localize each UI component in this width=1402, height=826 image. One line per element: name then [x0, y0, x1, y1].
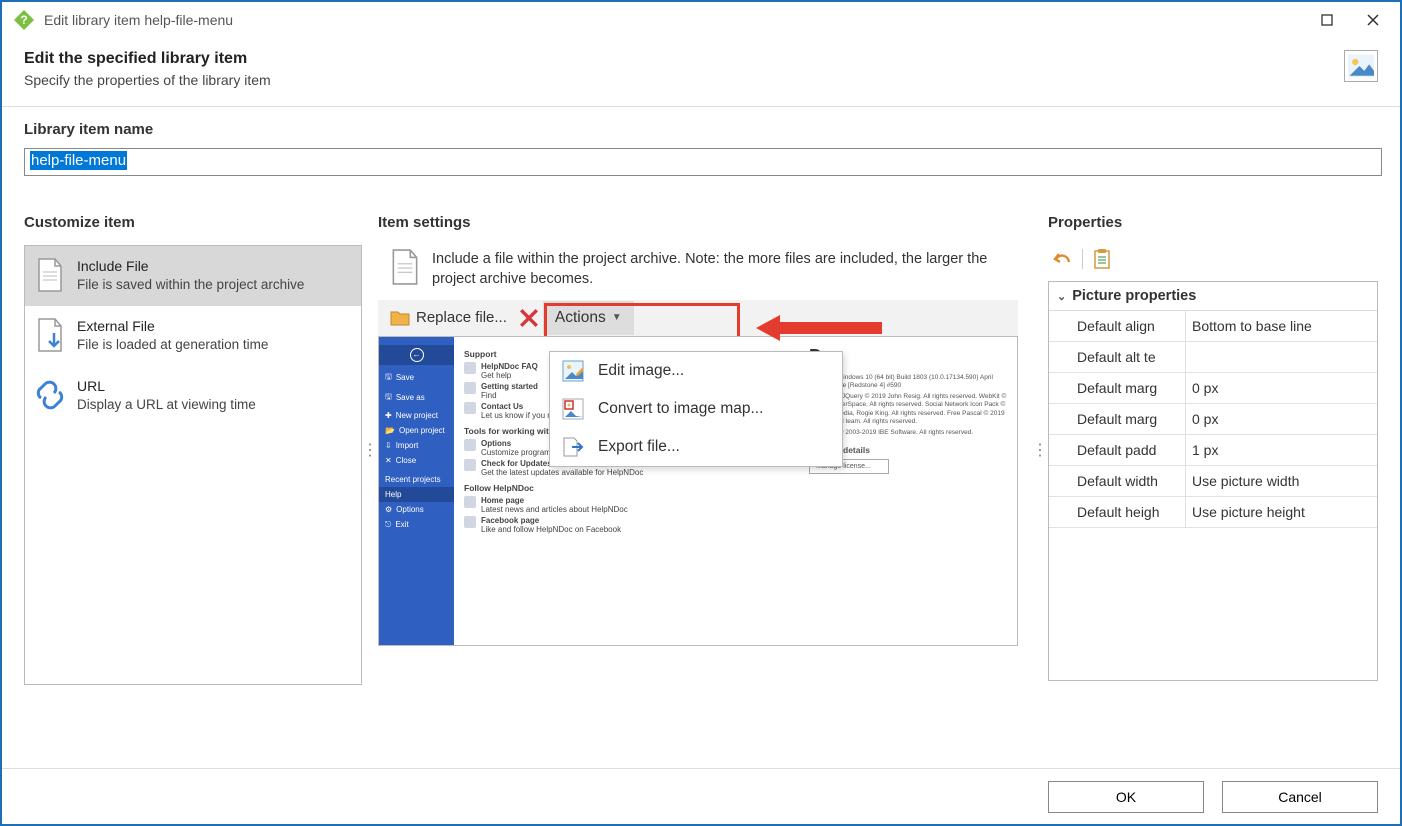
customize-item-label: URL: [77, 378, 256, 394]
picture-icon: [1344, 50, 1378, 82]
file-icon: [390, 249, 420, 285]
settings-toolbar: Replace file... Actions ▼: [378, 300, 1018, 336]
delete-x-icon: [519, 308, 539, 328]
customize-item-list: Include File File is saved within the pr…: [24, 245, 362, 685]
folder-icon: [390, 308, 410, 328]
app-icon: ?: [12, 8, 36, 32]
dialog-header: Edit the specified library item Specify …: [2, 38, 1400, 107]
header-title: Edit the specified library item: [24, 50, 1344, 68]
menu-convert-image-map[interactable]: Convert to image map...: [550, 390, 842, 428]
customize-item-url[interactable]: URL Display a URL at viewing time: [25, 366, 361, 426]
external-file-icon: [33, 318, 67, 352]
actions-dropdown-button[interactable]: Actions ▼: [543, 301, 634, 335]
annotation-arrow: [756, 313, 886, 343]
dialog-footer: OK Cancel: [2, 768, 1400, 824]
image-map-icon: [562, 398, 584, 420]
customize-item-desc: File is loaded at generation time: [77, 336, 268, 354]
property-row[interactable]: Default marg0 px: [1049, 373, 1377, 404]
customize-item-title: Customize item: [24, 214, 362, 231]
file-icon: [33, 258, 67, 292]
splitter-left[interactable]: ⋮: [362, 214, 378, 685]
property-row[interactable]: Default padd1 px: [1049, 435, 1377, 466]
header-subtitle: Specify the properties of the library it…: [24, 72, 1344, 88]
title-bar: ? Edit library item help-file-menu: [2, 2, 1400, 38]
close-button[interactable]: [1350, 4, 1396, 36]
edit-image-icon: [562, 360, 584, 382]
menu-edit-image[interactable]: Edit image...: [550, 352, 842, 390]
cancel-button[interactable]: Cancel: [1222, 781, 1378, 813]
property-row[interactable]: Default widthUse picture width: [1049, 466, 1377, 497]
customize-item-label: Include File: [77, 258, 304, 274]
customize-item-label: External File: [77, 318, 268, 334]
library-item-name-input[interactable]: help-file-menu: [24, 148, 1382, 176]
svg-text:?: ?: [20, 13, 27, 27]
property-row[interactable]: Default alt te: [1049, 342, 1377, 373]
properties-grid: ⌄ Picture properties Default alignBottom…: [1048, 281, 1378, 681]
menu-export-file[interactable]: Export file...: [550, 428, 842, 466]
delete-button[interactable]: [515, 302, 543, 334]
replace-file-button[interactable]: Replace file...: [382, 302, 515, 334]
chevron-down-icon: ⌄: [1057, 290, 1066, 303]
window-title: Edit library item help-file-menu: [44, 12, 1304, 28]
properties-group-header[interactable]: ⌄ Picture properties: [1049, 282, 1377, 311]
customize-item-include-file[interactable]: Include File File is saved within the pr…: [25, 246, 361, 306]
item-settings-title: Item settings: [378, 214, 1018, 231]
clipboard-icon[interactable]: [1093, 249, 1111, 269]
library-item-name-label: Library item name: [24, 121, 1378, 138]
settings-description: Include a file within the project archiv…: [432, 249, 1018, 290]
export-icon: [562, 436, 584, 458]
customize-item-desc: File is saved within the project archive: [77, 276, 304, 294]
chevron-down-icon: ▼: [612, 312, 622, 323]
property-row[interactable]: Default marg0 px: [1049, 404, 1377, 435]
customize-item-desc: Display a URL at viewing time: [77, 396, 256, 414]
property-row[interactable]: Default heighUse picture height: [1049, 497, 1377, 528]
actions-dropdown-menu: Edit image... Convert to image map... Ex…: [549, 351, 843, 467]
splitter-right[interactable]: ⋮: [1032, 214, 1048, 685]
link-icon: [33, 378, 67, 412]
undo-icon[interactable]: [1052, 250, 1072, 268]
customize-item-external-file[interactable]: External File File is loaded at generati…: [25, 306, 361, 366]
property-row[interactable]: Default alignBottom to base line: [1049, 311, 1377, 342]
ok-button[interactable]: OK: [1048, 781, 1204, 813]
maximize-button[interactable]: [1304, 4, 1350, 36]
properties-title: Properties: [1048, 214, 1378, 231]
